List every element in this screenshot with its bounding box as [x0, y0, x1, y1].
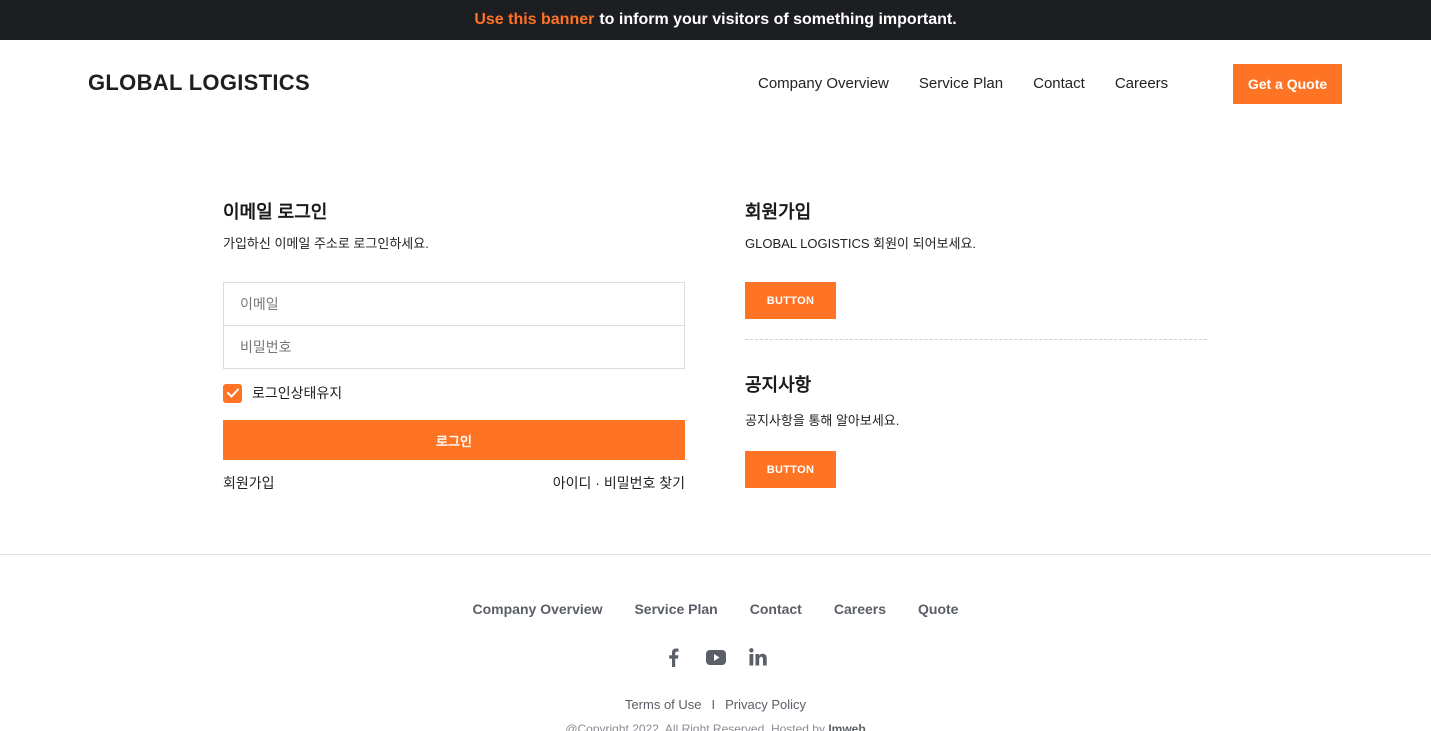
right-column: 회원가입 GLOBAL LOGISTICS 회원이 되어보세요. BUTTON … — [745, 198, 1207, 488]
banner-accent-text[interactable]: Use this banner — [474, 11, 594, 29]
login-links: 회원가입 아이디 · 비밀번호 찾기 — [223, 473, 685, 493]
notice-title: 공지사항 — [745, 375, 812, 395]
copyright-label: @Copyright 2022. All Right Reserved. Hos… — [565, 722, 825, 731]
signup-subtitle: GLOBAL LOGISTICS 회원이 되어보세요. — [745, 236, 977, 251]
login-fields — [223, 282, 685, 369]
keep-logged-in-checkbox[interactable] — [223, 383, 242, 403]
nav-item-service-plan[interactable]: Service Plan — [919, 75, 1003, 92]
find-id-password-link[interactable]: 아이디 · 비밀번호 찾기 — [553, 473, 685, 493]
footer-nav-contact[interactable]: Contact — [750, 601, 802, 617]
footer-divider — [0, 554, 1431, 555]
social-links — [0, 646, 1431, 668]
keep-logged-in-label: 로그인상태유지 — [252, 385, 343, 401]
login-subtitle: 가입하신 이메일 주소로 로그인하세요. — [223, 236, 429, 251]
site-logo[interactable]: GLOBAL LOGISTICS — [88, 70, 310, 96]
nav-item-careers[interactable]: Careers — [1115, 75, 1168, 92]
signup-link[interactable]: 회원가입 — [223, 473, 275, 493]
copyright-text: @Copyright 2022. All Right Reserved. Hos… — [0, 722, 1431, 731]
privacy-policy-link[interactable]: Privacy Policy — [725, 697, 806, 712]
email-login-section: 이메일 로그인 가입하신 이메일 주소로 로그인하세요. 로그인상태유지 로그인… — [223, 198, 685, 491]
main-nav: Company Overview Service Plan Contact Ca… — [758, 75, 1168, 92]
footer-nav: Company Overview Service Plan Contact Ca… — [0, 601, 1431, 617]
youtube-icon[interactable] — [705, 646, 727, 668]
signup-button[interactable]: BUTTON — [745, 282, 836, 319]
login-title: 이메일 로그인 — [223, 202, 328, 222]
password-field[interactable] — [224, 325, 684, 368]
notice-button[interactable]: BUTTON — [745, 451, 836, 488]
banner-text: to inform your visitors of something imp… — [599, 11, 957, 28]
get-a-quote-button[interactable]: Get a Quote — [1233, 64, 1342, 104]
footer-nav-quote[interactable]: Quote — [918, 601, 958, 617]
legal-separator: I — [711, 697, 716, 712]
footer-nav-service-plan[interactable]: Service Plan — [634, 601, 717, 617]
nav-item-contact[interactable]: Contact — [1033, 75, 1085, 92]
email-field[interactable] — [224, 283, 684, 325]
login-button[interactable]: 로그인 — [223, 420, 685, 460]
legal-links: Terms of Use I Privacy Policy — [0, 697, 1431, 712]
signup-title: 회원가입 — [745, 202, 812, 222]
checkmark-icon — [226, 388, 239, 398]
notice-subtitle: 공지사항을 통해 알아보세요. — [745, 413, 900, 428]
facebook-icon[interactable] — [663, 646, 685, 668]
host-name[interactable]: Imweb — [828, 722, 865, 731]
nav-item-company-overview[interactable]: Company Overview — [758, 75, 889, 92]
keep-logged-in-row[interactable]: 로그인상태유지 — [223, 383, 342, 403]
linkedin-icon[interactable] — [747, 646, 769, 668]
terms-of-use-link[interactable]: Terms of Use — [625, 697, 702, 712]
announcement-banner: Use this banner to inform your visitors … — [0, 0, 1431, 40]
footer-nav-company-overview[interactable]: Company Overview — [473, 601, 603, 617]
footer-nav-careers[interactable]: Careers — [834, 601, 886, 617]
site-header: GLOBAL LOGISTICS Company Overview Servic… — [0, 40, 1431, 128]
section-divider — [745, 339, 1207, 340]
